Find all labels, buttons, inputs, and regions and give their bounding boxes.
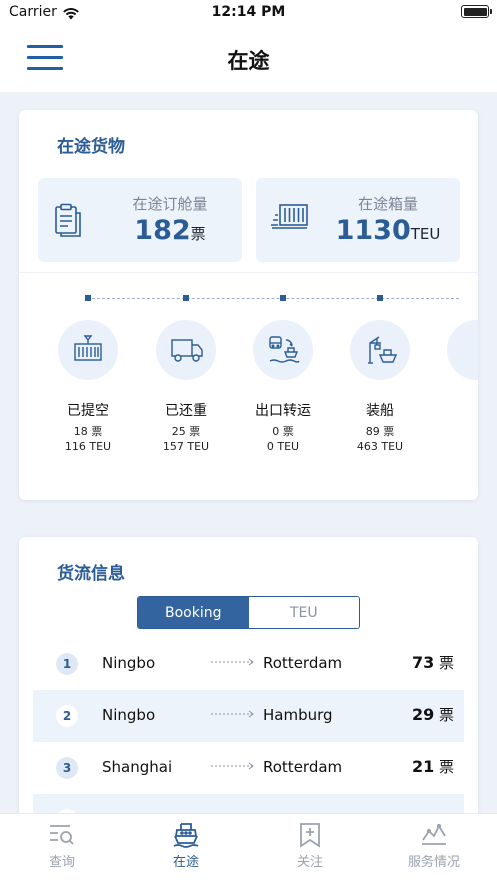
stage-teu: 157 TEU [162,440,210,453]
route-count: 73 票 [412,652,454,673]
stage-name: 装船 [366,403,394,419]
route-origin: Ningbo [102,654,156,672]
arrow-right-icon [211,658,254,666]
stage-tickets: 89 票 [365,425,395,438]
route-count: 21 票 [412,756,454,777]
containers-unit: TEU [410,225,441,243]
rank-badge: 1 [56,653,78,675]
divider [19,272,478,273]
route-destination: Rotterdam [263,758,343,776]
track-dot [280,295,286,301]
tab-label: 查询 [48,855,75,870]
route-destination: Hamburg [263,706,333,724]
bookings-unit: 票 [190,225,206,243]
ship-icon [173,823,199,848]
track-dot [183,295,189,301]
tab-follow[interactable]: 关注 [270,822,350,870]
route-count-unit: 票 [438,758,454,776]
route-row[interactable]: 1 Ningbo Rotterdam 73 票 [33,638,464,690]
stage-name: 已提空 [67,403,109,419]
stage-teu: 0 TEU [266,440,300,453]
arrow-right-icon [211,710,254,718]
route-row[interactable]: 3 Shanghai Rotterdam 21 票 [33,742,464,794]
flow-card: 货流信息 Booking TEU 1 Ningbo Rotterdam 73 票… [19,537,478,846]
in-transit-card: 在途货物 在途订舱量 182票 在途箱量 1130TEU 已提空 18 票 11… [19,110,478,500]
containers-value: 1130TEU [256,215,460,246]
stage-name: 已还重 [165,403,207,419]
route-count-unit: 票 [438,706,454,724]
containers-label: 在途箱量 [357,195,418,213]
tab-label: 在途 [172,855,199,870]
containers-number: 1130 [335,215,411,246]
segment-booking[interactable]: Booking [138,597,249,628]
nav-bar: 在途 [0,28,497,92]
tab-query[interactable]: 查询 [22,822,102,870]
route-count-value: 21 [411,757,435,776]
stage-loading[interactable]: 装船 89 票 463 TEU [332,320,428,453]
stage-teu: 116 TEU [64,440,112,453]
battery-icon [461,5,492,18]
tab-in-transit[interactable]: 在途 [146,822,226,870]
flow-title: 货流信息 [57,564,125,584]
crane-ship-icon [368,336,397,364]
page-title: 在途 [227,49,270,73]
bookings-tile[interactable]: 在途订舱量 182票 [38,178,242,262]
route-destination: Rotterdam [263,654,343,672]
stage-name: 出口转运 [255,403,311,419]
route-row[interactable]: 2 Ningbo Hamburg 29 票 [33,690,464,742]
status-bar: Carrier 12:14 PM [0,0,497,28]
clock: 12:14 PM [211,4,286,20]
bookings-value: 182票 [38,215,242,246]
tab-label: 关注 [296,855,323,870]
route-count: 29 票 [412,704,454,725]
stage-full-return[interactable]: 已还重 25 票 157 TEU [138,320,234,453]
truck-icon [171,339,203,362]
rank-badge: 2 [56,705,78,727]
segment-teu[interactable]: TEU [248,597,359,628]
service-chart-icon [422,823,446,845]
unit-segmented-control: Booking TEU [137,596,360,629]
route-origin: Ningbo [102,706,156,724]
route-count-unit: 票 [438,654,454,672]
tab-service[interactable]: 服务情况 [394,822,474,870]
rank-badge: 3 [56,757,78,779]
bookmark-plus-icon [300,823,320,848]
stage-empty-pickup[interactable]: 已提空 18 票 116 TEU [40,320,136,453]
arrow-right-icon [211,762,254,770]
stage-tickets: 25 票 [171,425,201,438]
tab-label: 服务情况 [407,855,460,870]
stage-export-transship[interactable]: 出口转运 0 票 0 TEU [235,320,331,453]
in-transit-title: 在途货物 [57,137,125,157]
tab-bar: 查询 在途 关注 服务情况 [0,813,497,883]
track-dot [377,295,383,301]
route-origin: Shanghai [102,758,173,776]
progress-track [87,298,459,299]
containers-tile[interactable]: 在途箱量 1130TEU [256,178,460,262]
bookings-number: 182 [134,215,191,246]
route-count-value: 73 [411,653,435,672]
stage-tickets: 0 票 [272,425,294,438]
route-count-value: 29 [411,705,435,724]
transship-icon [269,336,300,363]
stage-next-partial[interactable] [447,320,478,380]
stage-teu: 463 TEU [356,440,404,453]
track-dot [85,295,91,301]
container-icon [74,335,102,361]
bookings-label: 在途订舱量 [132,195,208,213]
search-list-icon [50,825,74,845]
stage-tickets: 18 票 [73,425,103,438]
